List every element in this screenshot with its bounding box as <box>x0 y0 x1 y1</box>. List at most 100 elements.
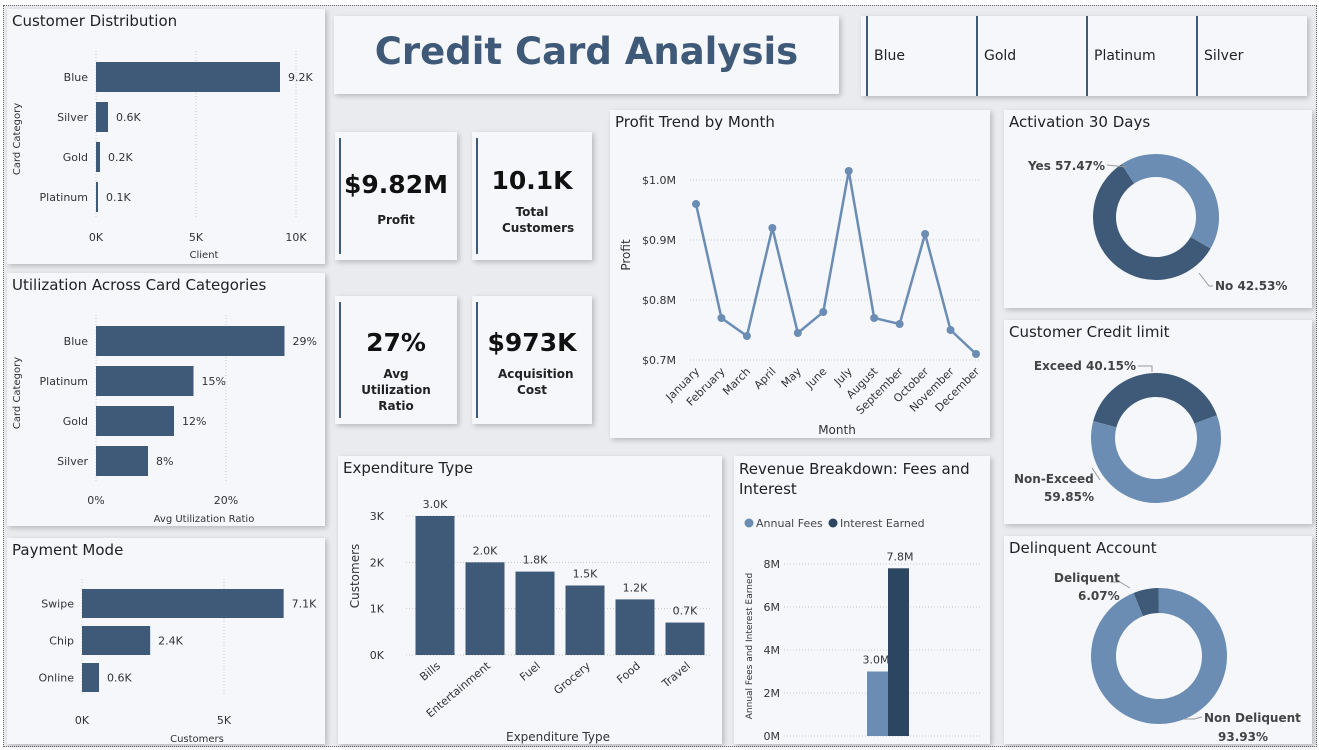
y-tick-label: 0M <box>764 730 781 743</box>
utilization-card: 27% Avg Utilization Ratio <box>335 296 457 424</box>
category-label: Swipe <box>41 598 74 611</box>
data-label: 0.6K <box>107 672 132 685</box>
data-label: 6.07% <box>1078 589 1120 603</box>
delinquent-panel: Delinquent Account Deliquent 6.07% Non Del… <box>1004 536 1312 744</box>
x-tick-label: 0K <box>89 231 104 244</box>
bar <box>415 516 455 655</box>
expenditure-panel: Expenditure Type 0K 1K 2K 3K 3.0K Bills 2.0K En… <box>338 456 722 744</box>
expenditure-chart: 0K1K2K3K3.0KBills2.0KEntertainment1.8KFu… <box>348 498 710 744</box>
bar <box>465 562 505 655</box>
data-label: 9.2K <box>288 71 313 84</box>
bar <box>96 182 98 212</box>
payment-mode-chart: 0K 5K Swipe 7.1K Chip 2.4K Online 0.6K Customers <box>39 579 317 744</box>
legend-label-annual-fees: Annual Fees <box>756 517 823 530</box>
x-axis-title: Client <box>190 250 219 261</box>
category-label: Blue <box>64 71 89 84</box>
acquisition-label: Acquisition Cost <box>498 367 574 397</box>
x-axis-title: Customers <box>170 734 224 744</box>
y-tick-label: 2K <box>370 556 385 569</box>
data-point <box>844 167 853 175</box>
revenue-chart: 0M 2M 4M 6M 8M Annual Fees Interest Earned 3.0M… <box>744 517 982 743</box>
bar <box>515 571 555 655</box>
utilization-chart: 0% 20% Blue 29% Platinum 15% Gold 12% Silver 8% Av… <box>12 315 317 525</box>
profit-card: $9.82M Profit <box>335 132 457 260</box>
report-canvas: Customer Distribution 0K 5K 10K Blue 9.2K Sil… <box>3 5 1317 747</box>
category-label: Gold <box>63 151 88 164</box>
y-axis-title: Card Category <box>12 357 23 429</box>
donut-slice <box>1133 588 1160 617</box>
utilization-value: 27% <box>366 328 426 357</box>
slicer-item-gold[interactable]: Gold <box>976 16 1086 96</box>
revenue-panel: Revenue Breakdown: Fees and Interest 0M 2… <box>734 456 990 744</box>
x-tick-label: 5K <box>189 231 204 244</box>
y-axis-title: Annual Fees and Interest Earned <box>745 573 755 720</box>
x-tick-label: 0% <box>87 494 104 507</box>
data-label: 0.1K <box>106 191 131 204</box>
data-label: 93.93% <box>1218 730 1268 744</box>
y-tick-label: 1K <box>370 603 385 616</box>
data-point <box>692 200 700 208</box>
legend-marker-annual-fees <box>744 518 754 528</box>
legend-marker-interest-earned <box>828 518 838 528</box>
data-label: 59.85% <box>1044 490 1094 504</box>
data-label: Yes 57.47% <box>1027 159 1105 173</box>
data-label: 7.8M <box>887 550 914 563</box>
category-label: Gold <box>63 415 88 428</box>
category-label: Chip <box>49 635 74 648</box>
bar <box>96 366 194 396</box>
bar <box>82 626 151 655</box>
slicer-item-platinum[interactable]: Platinum <box>1086 16 1196 96</box>
bar <box>96 62 280 92</box>
utilization-panel: Utilization Across Card Categories 0% 20%… <box>7 273 325 526</box>
card-accent <box>476 302 478 418</box>
legend-label-interest-earned: Interest Earned <box>840 517 925 530</box>
data-label: 3.0K <box>423 498 448 511</box>
bar <box>96 446 148 476</box>
y-axis-title: Customers <box>348 544 362 609</box>
y-tick-label: 8M <box>764 558 781 571</box>
y-tick-label: 0K <box>370 649 385 662</box>
data-label: 2.0K <box>473 544 498 557</box>
donut-slice <box>1093 373 1217 428</box>
y-tick-label: $0.8M <box>642 294 676 307</box>
customer-distribution-chart: 0K 5K 10K Blue 9.2K Silver 0.6K Gold 0.2K Platinu… <box>12 51 313 261</box>
payment-mode-panel: Payment Mode 0K 5K Swipe 7.1K Chip 2.4K Online… <box>7 538 325 744</box>
y-axis-title: Profit <box>619 239 633 271</box>
profit-trend-chart: $0.7M$0.8M$0.9M$1.0MJanuaryFebruaryMarch… <box>619 167 982 437</box>
y-axis-title: Card Category <box>12 103 23 175</box>
series-line <box>694 170 977 355</box>
data-point <box>742 332 751 340</box>
profit-trend-panel: Profit Trend by Month $0.7M $0.8M $0.9M $1.… <box>610 110 990 438</box>
credit-limit-chart: Exceed 40.15% Non-Exceed 59.85% <box>1014 359 1221 504</box>
customers-card: 10.1K Total Customers <box>472 132 592 260</box>
data-point <box>921 230 930 238</box>
delinquent-chart: Deliquent 6.07% Non Deliquent 93.93% <box>1054 571 1301 744</box>
category-label: Silver <box>57 111 88 124</box>
data-label: No 42.53% <box>1215 279 1287 293</box>
bar <box>96 102 108 132</box>
x-tick-label: May <box>779 365 805 391</box>
y-tick-label: $1.0M <box>642 174 676 187</box>
data-label: Non Deliquent <box>1204 711 1301 725</box>
y-tick-label: 2M <box>764 687 781 700</box>
activation-panel: Activation 30 Days Yes 57.47% No 42.53% <box>1004 110 1312 308</box>
x-tick-label: June <box>803 365 830 392</box>
category-label: Platinum <box>40 191 88 204</box>
category-label: Online <box>39 672 75 685</box>
slicer-item-blue[interactable]: Blue <box>866 16 976 96</box>
data-point <box>768 224 777 232</box>
data-label: Exceed 40.15% <box>1034 359 1136 373</box>
data-label: 0.7K <box>673 605 698 618</box>
card-accent <box>476 138 478 254</box>
data-label: Non-Exceed <box>1014 472 1094 486</box>
donut-slice <box>1091 415 1221 503</box>
x-tick-label: April <box>752 365 779 392</box>
acquisition-card: $973K Acquisition Cost <box>472 296 592 424</box>
slicer-item-silver[interactable]: Silver <box>1196 16 1301 96</box>
acquisition-value: $973K <box>487 328 577 357</box>
x-tick-label: Food <box>614 659 643 686</box>
x-tick-label: 20% <box>214 494 238 507</box>
customers-value: 10.1K <box>491 166 573 195</box>
data-label: 2.4K <box>158 635 183 648</box>
y-tick-label: 6M <box>764 601 781 614</box>
